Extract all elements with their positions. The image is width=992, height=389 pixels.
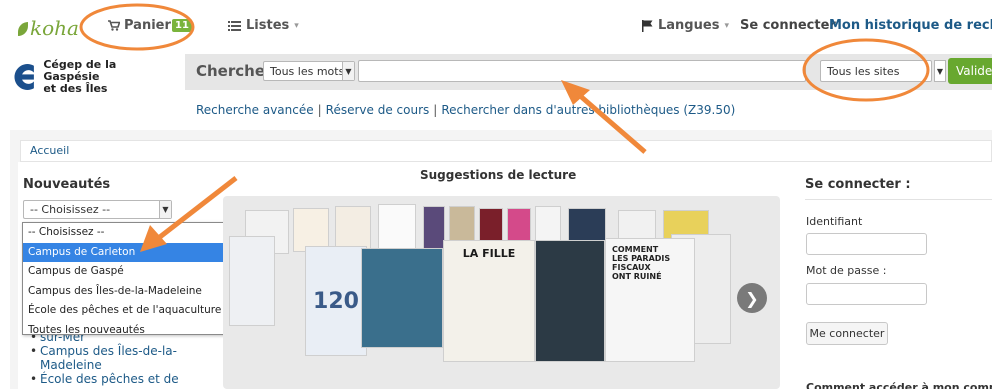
list-item[interactable]: Campus des Îles-de-la-Madeleine [30,344,190,372]
separator: | [433,103,438,117]
username-field[interactable] [806,233,927,255]
divider [805,199,992,200]
news-branch-select[interactable]: -- Choisissez -- ▼ [23,200,172,219]
library-select[interactable]: Tous les sites [820,60,932,82]
lists-label: Listes [246,18,290,33]
flag-icon [642,19,653,32]
institution-name-line1: Cégep de la Gaspésie [43,58,117,83]
library-select-value: Tous les sites [827,64,900,78]
institution-name-line2: et des Îles [43,82,108,95]
breadcrumb-home-link[interactable]: Accueil [30,144,69,157]
caret-down-icon: ▾ [724,20,729,31]
search-label: Chercher [196,62,273,80]
book-cover[interactable] [535,240,605,362]
cart-icon [108,20,120,31]
cart-count-badge: 11 [172,19,192,32]
login-link[interactable]: Se connecter [740,18,836,33]
institution-logo[interactable]: Cégep de la Gaspésie et des Îles [8,56,158,98]
chevron-right-icon: ❯ [745,288,759,308]
search-input[interactable] [358,60,806,82]
list-icon [228,20,241,31]
submit-search-button[interactable]: Valider [948,58,992,84]
book-cover[interactable] [423,206,445,254]
reading-suggestions-carousel: 120 LA FILLE COMMENT LES PARADIS FISCAUX ON… [223,196,780,389]
carousel-heading: Suggestions de lecture [420,168,577,182]
languages-menu[interactable]: Langues ▾ [642,18,729,33]
search-index-value: Tous les mots [270,64,345,78]
login-button[interactable]: Me connecter [806,322,888,345]
z3950-search-link[interactable]: Rechercher dans d'autres bibliothèques (… [441,103,735,117]
institution-name: Cégep de la Gaspésie et des Îles [43,59,158,95]
cegep-logo-icon [14,64,34,90]
book-cover[interactable]: COMMENT LES PARADIS FISCAUX ONT RUINÉ [605,238,695,362]
chevron-down-icon: ▼ [342,62,354,80]
search-index-select[interactable]: Tous les mots ▼ [263,61,355,81]
breadcrumb [20,140,992,162]
book-cover[interactable]: LA FILLE [443,240,535,362]
separator: | [317,103,322,117]
password-field[interactable] [806,283,927,305]
leaf-icon [18,22,28,36]
cart-button[interactable]: Panier [108,18,171,33]
password-label: Mot de passe : [806,264,887,277]
chevron-down-icon: ▼ [159,201,171,218]
advanced-search-link[interactable]: Recherche avancée [196,103,314,117]
account-access-help-heading: Comment accéder à mon compte [806,381,992,389]
chevron-down-icon[interactable]: ▼ [934,60,946,82]
carousel-next-button[interactable]: ❯ [737,283,767,313]
list-item-label: École des pêches et de [40,372,179,386]
book-cover[interactable]: 120 [305,246,367,356]
username-label: Identifiant [806,215,863,228]
list-item-label: Campus des Îles-de-la-Madeleine [40,344,177,372]
search-options-links: Recherche avancée | Réserve de cours | Reche… [196,103,735,117]
cart-label: Panier [124,18,171,33]
languages-label: Langues [658,18,720,33]
book-cover[interactable] [229,236,275,326]
list-item[interactable]: École des pêches et de [30,372,190,386]
caret-down-icon: ▾ [294,20,299,31]
book-cover[interactable] [361,248,443,348]
login-panel-heading: Se connecter : [805,177,911,192]
news-heading: Nouveautés [23,177,111,192]
news-select-value: -- Choisissez -- [30,203,111,216]
koha-logo-text: koha [30,16,79,40]
search-history-link[interactable]: Mon historique de recherche [829,18,992,33]
course-reserves-link[interactable]: Réserve de cours [326,103,430,117]
lists-menu[interactable]: Listes ▾ [228,18,299,33]
koha-logo[interactable]: koha [18,16,79,40]
